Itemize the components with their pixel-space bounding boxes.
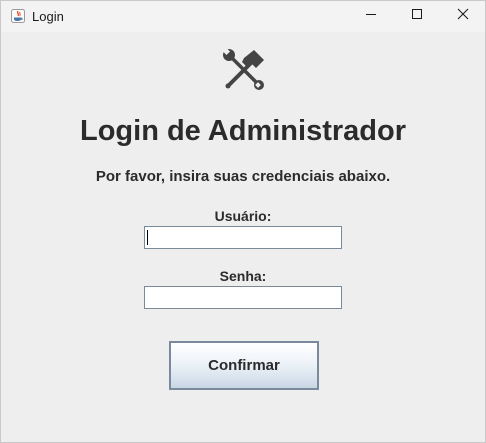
page-title: Login de Administrador (80, 115, 406, 147)
confirm-button[interactable]: Confirmar (169, 341, 319, 390)
password-label: Senha: (219, 268, 267, 284)
login-window: Login Login de Administrador Por favor, … (0, 0, 486, 443)
minimize-icon (365, 7, 377, 25)
title-bar[interactable]: Login (1, 1, 485, 32)
page-subtitle: Por favor, insira suas credenciais abaix… (95, 168, 391, 185)
login-panel: Login de Administrador Por favor, insira… (1, 32, 485, 442)
close-icon (457, 7, 469, 25)
username-field[interactable] (144, 226, 342, 249)
maximize-button[interactable] (394, 1, 440, 31)
text-caret (147, 230, 148, 245)
minimize-button[interactable] (348, 1, 394, 31)
tools-icon (220, 46, 268, 94)
confirm-button-label: Confirmar (208, 357, 280, 374)
maximize-icon (411, 7, 423, 25)
close-button[interactable] (440, 1, 486, 31)
java-app-icon (10, 8, 26, 24)
password-field[interactable] (144, 286, 342, 309)
window-title: Login (32, 9, 64, 24)
username-label: Usuário: (214, 208, 272, 224)
